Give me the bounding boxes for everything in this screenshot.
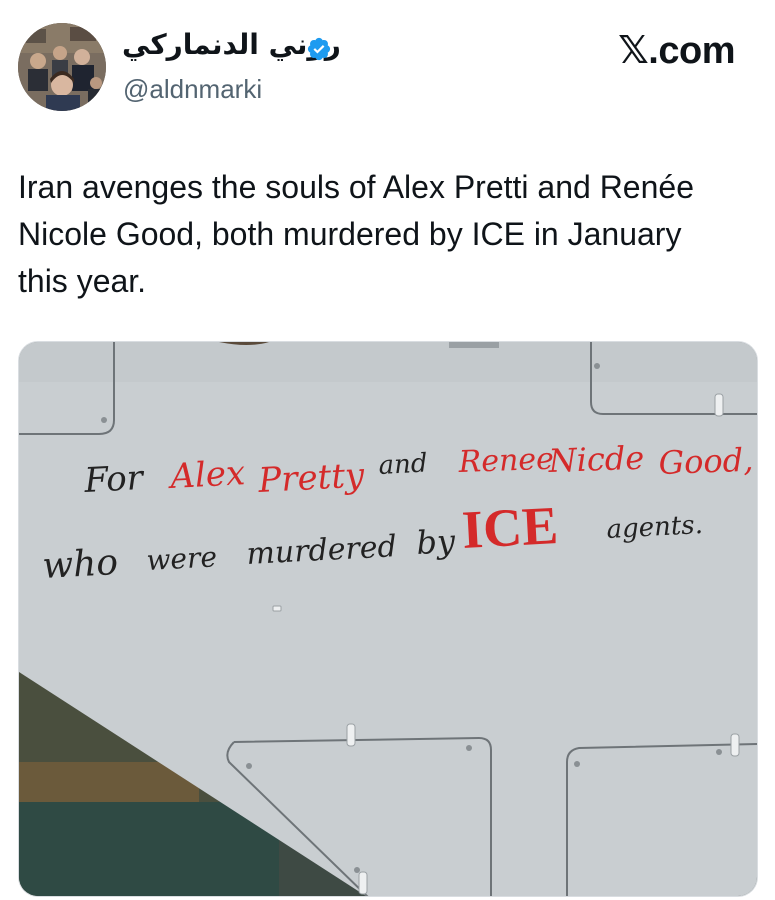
avatar[interactable] xyxy=(18,23,106,111)
message-word-alex: Alex xyxy=(166,453,246,497)
message-word-pretty: Pretty xyxy=(256,455,366,501)
message-word-renee: Renee xyxy=(457,442,554,480)
message-word-good: Good, xyxy=(658,441,754,482)
message-word-were: were xyxy=(146,540,218,577)
brand-domain: .com xyxy=(648,30,735,72)
tweet-text: Iran avenges the souls of Alex Pretti an… xyxy=(18,169,694,299)
message-word-nicde: Nicde xyxy=(547,439,645,480)
message-word-who: who xyxy=(41,542,119,587)
message-word-for: For xyxy=(82,458,145,501)
media-image[interactable]: For Alex Pretty and Renee Nicde Good, wh… xyxy=(18,341,758,897)
message-word-by: by xyxy=(415,522,456,562)
verified-badge-icon xyxy=(307,37,331,61)
x-logo: 𝕏.com xyxy=(618,28,735,73)
message-word-agents: agents. xyxy=(606,510,704,545)
message-word-and: and xyxy=(378,448,428,481)
x-logo-icon: 𝕏 xyxy=(618,28,649,72)
message-word-ice: ICE xyxy=(460,495,559,560)
author-handle[interactable]: @aldnmarki xyxy=(123,74,262,105)
